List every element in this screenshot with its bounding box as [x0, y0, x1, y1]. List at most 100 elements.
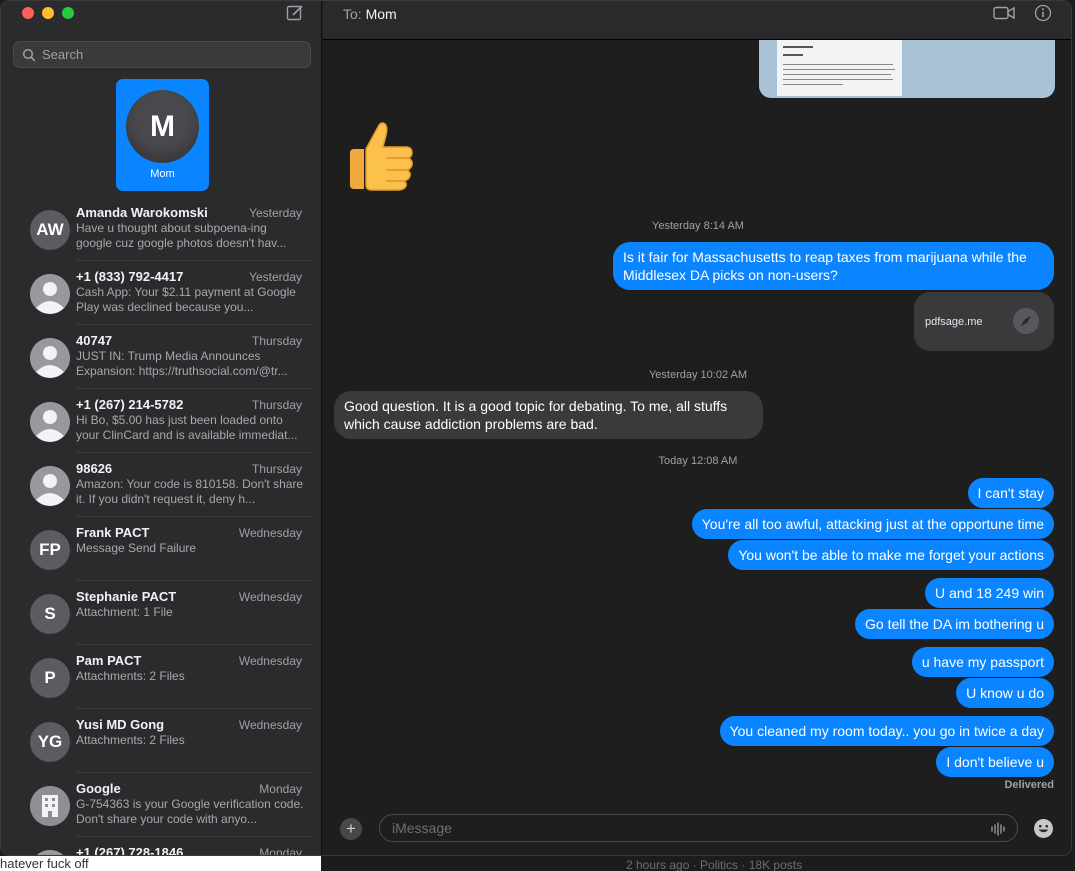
timestamp: Today 12:08 AM: [658, 455, 738, 467]
info-icon[interactable]: [1034, 4, 1052, 22]
close-window-button[interactable]: [22, 7, 34, 19]
conversation-row[interactable]: S Stephanie PACT Wednesday Attachment: 1 Fi…: [1, 581, 322, 645]
avatar-initials: AW: [30, 210, 70, 250]
conversation-row[interactable]: FP Frank PACT Wednesday Message Send Failur…: [1, 517, 322, 581]
link-preview-card[interactable]: pdfsage.me: [914, 292, 1054, 351]
background-text: hatever fuck off: [0, 856, 89, 871]
search-input[interactable]: [42, 47, 282, 62]
contact-name: Stephanie PACT: [76, 589, 177, 604]
message-date: Wednesday: [238, 718, 302, 732]
message-field[interactable]: [379, 814, 1018, 842]
contact-name: 98626: [76, 461, 113, 476]
avatar-initials: P: [30, 658, 70, 698]
outgoing-message[interactable]: You won't be able to make me forget your…: [728, 540, 1054, 570]
facetime-video-icon[interactable]: [993, 5, 1015, 21]
contact-name: +1 (833) 792-4417: [76, 269, 184, 284]
message-preview: JUST IN: Trump Media Announces Expansion…: [76, 349, 288, 378]
message-preview: Cash App: Your $2.11 payment at Google P…: [76, 285, 296, 314]
outgoing-message[interactable]: u have my passport: [911, 647, 1054, 677]
message-preview: Message Send Failure: [76, 541, 197, 555]
message-input[interactable]: [392, 820, 972, 836]
conversation-row[interactable]: 40747 Thursday JUST IN: Trump Media Announ…: [1, 325, 322, 389]
message-preview: Amazon: Your code is 810158. Don't share…: [76, 477, 304, 506]
conversation-row[interactable]: AW Amanda Warokomski Yesterday Have u thoug…: [1, 197, 322, 261]
contact-name: Google: [76, 781, 121, 796]
messages-window: M Mom AWAmanda WarokomskiYesterdayHave u…: [0, 0, 1072, 856]
message-composer: +: [323, 813, 1071, 845]
conversation-row[interactable]: P Pam PACT Wednesday Attachments: 2 Files: [1, 645, 322, 709]
safari-compass-icon: [1013, 308, 1039, 334]
building-avatar-icon: [30, 786, 70, 826]
contact-name: Yusi MD Gong: [76, 717, 165, 732]
conversation-row[interactable]: Google Monday G-754363 is your Google veri…: [1, 773, 322, 837]
contact-name: Amanda Warokomski: [76, 205, 208, 220]
message-date: Thursday: [251, 398, 302, 412]
image-attachment[interactable]: [759, 40, 1055, 98]
timestamp: Yesterday 8:14 AM: [652, 220, 744, 232]
to-label: To:: [343, 6, 362, 22]
avatar-initials: FP: [30, 530, 70, 570]
outgoing-message[interactable]: Is it fair for Massachusetts to reap tax…: [613, 242, 1054, 290]
contact-name: Frank PACT: [76, 525, 150, 540]
avatar-initials: S: [30, 594, 70, 634]
conversation-list: AW Amanda Warokomski Yesterday Have u thoug…: [1, 197, 322, 856]
conversation-row[interactable]: YG Yusi MD Gong Wednesday Attachments: 2 Fi…: [1, 709, 322, 773]
outgoing-message[interactable]: U and 18 249 win: [925, 578, 1054, 608]
avatar-initials: YG: [30, 722, 70, 762]
conversation-row[interactable]: +1 (267) 728-1846 Monday: [1, 837, 322, 856]
compose-icon[interactable]: [286, 4, 304, 22]
minimize-window-button[interactable]: [42, 7, 54, 19]
message-preview: G-754363 is your Google verification cod…: [76, 797, 304, 826]
person-avatar-icon: [30, 338, 70, 378]
sidebar: M Mom AWAmanda WarokomskiYesterdayHave u…: [1, 1, 322, 856]
message-preview: Have u thought about subpoena-ing google…: [76, 221, 287, 250]
conversation-row[interactable]: +1 (267) 214-5782 Thursday Hi Bo, $5.00 ha…: [1, 389, 322, 453]
audio-waveform-icon[interactable]: [990, 821, 1006, 837]
outgoing-message[interactable]: U know u do: [956, 678, 1054, 708]
background-text: 2 hours ago · Politics · 18K posts: [626, 858, 803, 871]
conversation-row[interactable]: +1 (833) 792-4417 Yesterday Cash App: Your…: [1, 261, 322, 325]
message-date: Monday: [259, 846, 302, 856]
contact-name: 40747: [76, 333, 113, 348]
conversation-row[interactable]: 98626 Thursday Amazon: Your code is 810158…: [1, 453, 322, 517]
contact-name: +1 (267) 214-5782: [76, 397, 184, 412]
message-preview: Attachments: 2 Files: [76, 669, 185, 683]
contact-name: +1 (267) 728-1846: [76, 845, 184, 856]
person-avatar-icon: [30, 466, 70, 506]
zoom-window-button[interactable]: [62, 7, 74, 19]
conversation-header: To: Mom: [323, 1, 1071, 40]
search-icon: [22, 48, 36, 61]
apps-plus-button[interactable]: +: [340, 818, 362, 840]
timestamp: Yesterday 10:02 AM: [648, 369, 748, 381]
outgoing-message[interactable]: You're all too awful, attacking just at …: [691, 509, 1054, 539]
recipient-line[interactable]: To: Mom: [343, 6, 397, 22]
outgoing-message[interactable]: Go tell the DA im bothering u: [855, 609, 1054, 639]
message-date: Wednesday: [238, 590, 302, 604]
message-preview: Attachments: 2 Files: [76, 733, 185, 747]
outgoing-message[interactable]: You cleaned my room today.. you go in tw…: [719, 716, 1054, 746]
delivered-status: Delivered: [1004, 779, 1054, 791]
outgoing-message[interactable]: I can't stay: [967, 478, 1054, 508]
person-avatar-icon: [30, 402, 70, 442]
message-date: Thursday: [251, 334, 302, 348]
search-field[interactable]: [13, 41, 311, 68]
message-preview: Hi Bo, $5.00 has just been loaded onto y…: [76, 413, 298, 442]
window-controls: [22, 7, 74, 19]
message-date: Thursday: [251, 462, 302, 476]
background-window-right: 2 hours ago · Politics · 18K posts: [553, 856, 1075, 871]
emoji-icon[interactable]: [1033, 818, 1054, 839]
message-date: Yesterday: [249, 206, 302, 220]
document-thumbnail: [777, 40, 902, 96]
conversation-pane: To: Mom Yesterday 8:14 AM Is it fair for…: [323, 1, 1071, 855]
pinned-conversation-mom[interactable]: M Mom: [116, 79, 209, 191]
message-date: Wednesday: [238, 654, 302, 668]
background-window-left: hatever fuck off: [0, 856, 321, 871]
thumbs-up-emoji: [350, 122, 413, 191]
outgoing-message[interactable]: I don't believe u: [936, 747, 1054, 777]
recipient-name: Mom: [365, 6, 397, 22]
message-date: Monday: [259, 782, 302, 796]
pinned-name: Mom: [150, 168, 175, 180]
message-date: Yesterday: [249, 270, 302, 284]
contact-name: Pam PACT: [76, 653, 142, 668]
incoming-message[interactable]: Good question. It is a good topic for de…: [334, 391, 763, 439]
